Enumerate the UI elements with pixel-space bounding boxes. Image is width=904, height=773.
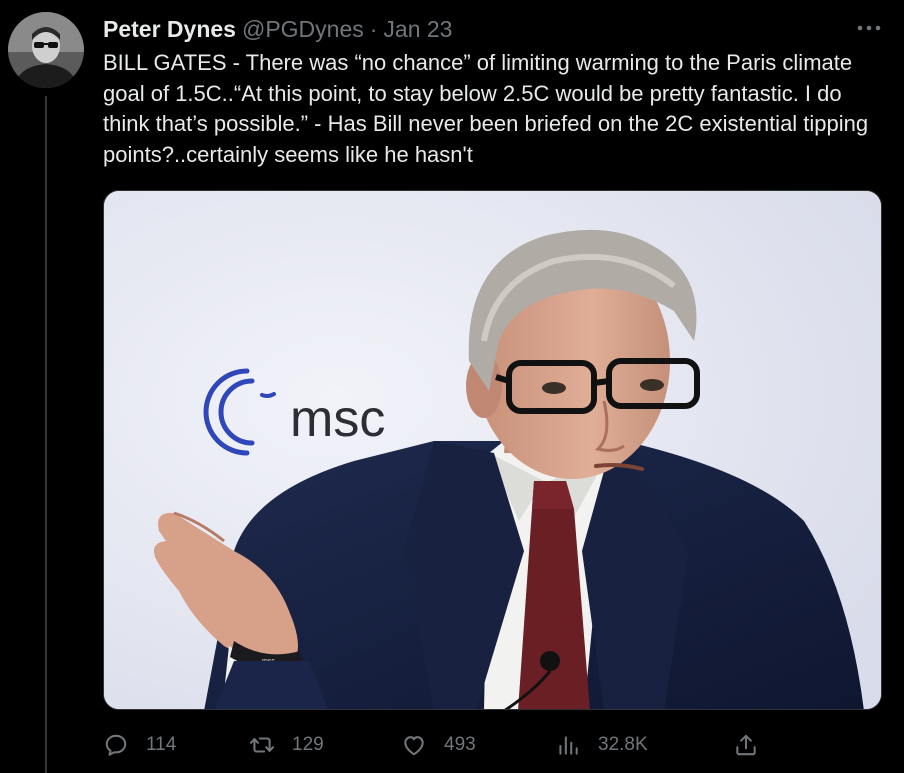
- retweet-count: 129: [292, 734, 324, 755]
- views-button[interactable]: 32.8K: [555, 728, 648, 762]
- header-separator: ·: [369, 15, 378, 42]
- msc-logo-text: msc: [290, 390, 385, 448]
- share-icon: [736, 734, 756, 756]
- retweet-icon: [249, 737, 275, 753]
- tweet-actions: 114 129 493 32.8K: [103, 728, 763, 762]
- views-icon: [559, 736, 578, 755]
- tweet-text: BILL GATES - There was “no chance” of li…: [103, 50, 869, 167]
- tweet-date[interactable]: Jan 23: [383, 16, 452, 43]
- user-avatar-icon: [8, 12, 84, 88]
- retweet-button[interactable]: 129: [249, 728, 324, 762]
- like-count: 493: [444, 734, 476, 755]
- tweet-header: Peter Dynes @PGDynes · Jan 23: [103, 14, 452, 44]
- reply-count: 114: [146, 734, 177, 755]
- tweet-image[interactable]: msc: [103, 190, 882, 710]
- photo-bill-gates: msc: [104, 191, 881, 709]
- reply-icon: [105, 734, 127, 756]
- reply-button[interactable]: 114: [103, 728, 176, 762]
- author-display-name[interactable]: Peter Dynes: [103, 16, 236, 43]
- thread-line: [45, 96, 47, 773]
- author-avatar[interactable]: [8, 12, 84, 88]
- share-button[interactable]: [733, 728, 759, 762]
- author-handle[interactable]: @PGDynes: [242, 16, 364, 43]
- views-count: 32.8K: [598, 734, 648, 755]
- more-icon[interactable]: [856, 18, 882, 38]
- heart-icon: [404, 736, 424, 756]
- like-button[interactable]: 493: [401, 728, 476, 762]
